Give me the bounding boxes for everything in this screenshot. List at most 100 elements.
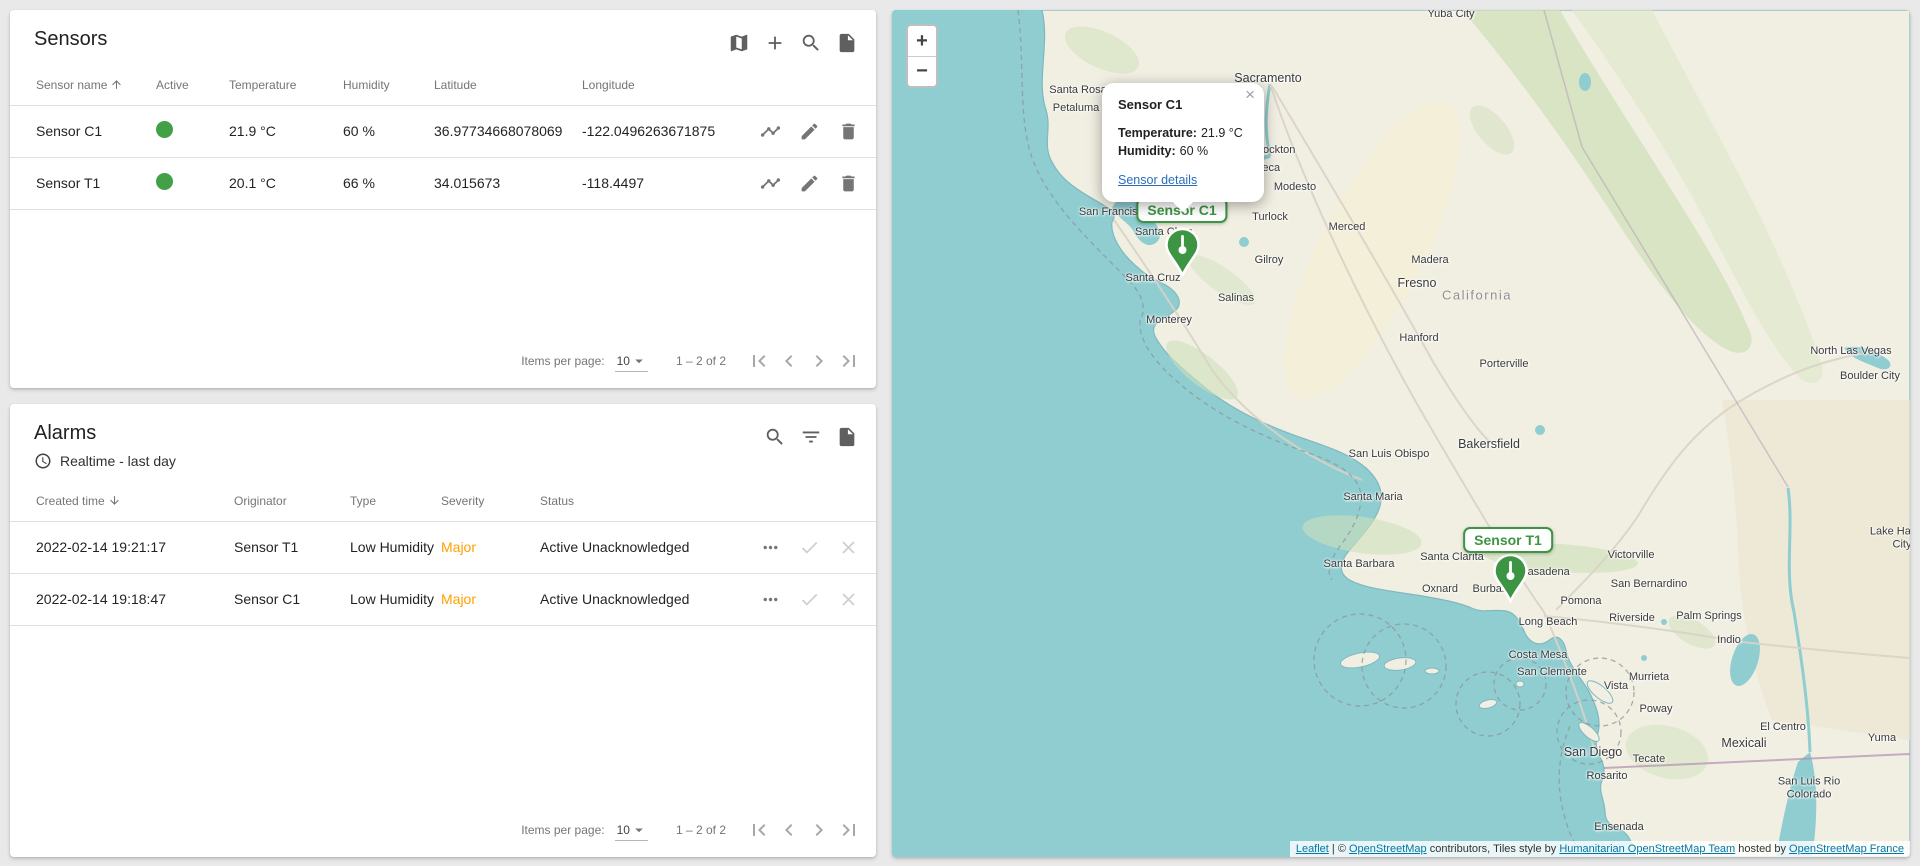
items-per-page-select[interactable]: 10 bbox=[615, 350, 648, 372]
status-cell: Active Unacknowledged bbox=[540, 590, 728, 608]
next-page-icon[interactable] bbox=[804, 346, 834, 376]
alarms-widget: Alarms Realtime - last day Created time … bbox=[10, 404, 876, 857]
column-header-sensor-name[interactable]: Sensor name bbox=[36, 78, 156, 92]
created-time-cell: 2022-02-14 19:21:17 bbox=[36, 538, 234, 556]
osm-link[interactable]: OpenStreetMap bbox=[1349, 843, 1427, 855]
clock-icon bbox=[34, 452, 52, 470]
severity-cell: Major bbox=[441, 590, 540, 608]
export-icon[interactable] bbox=[834, 30, 860, 56]
sensor-details-link[interactable]: Sensor details bbox=[1118, 173, 1197, 187]
active-dot bbox=[156, 173, 173, 190]
column-header-created-time[interactable]: Created time bbox=[36, 494, 234, 508]
sensors-pagination: Items per page: 10 1 – 2 of 2 bbox=[10, 334, 876, 388]
next-page-icon[interactable] bbox=[804, 815, 834, 845]
column-header-latitude[interactable]: Latitude bbox=[434, 78, 582, 92]
longitude-cell: -122.0496263671875 bbox=[582, 122, 728, 140]
column-header-originator[interactable]: Originator bbox=[234, 494, 350, 508]
sensor-c1-marker-pin[interactable] bbox=[1164, 227, 1201, 277]
alarms-time-window[interactable]: Realtime - last day bbox=[10, 452, 876, 480]
timeseries-chart-icon[interactable] bbox=[758, 120, 782, 144]
column-header-longitude[interactable]: Longitude bbox=[582, 78, 728, 92]
marker-label-sensor-t1[interactable]: Sensor T1 bbox=[1463, 527, 1553, 553]
first-page-icon[interactable] bbox=[744, 346, 774, 376]
created-time-cell: 2022-02-14 19:18:47 bbox=[36, 590, 234, 608]
time-window-label: Realtime - last day bbox=[60, 453, 176, 469]
acknowledge-icon[interactable] bbox=[797, 588, 821, 612]
sensors-toolbar bbox=[726, 28, 860, 56]
leaflet-link[interactable]: Leaflet bbox=[1296, 843, 1329, 855]
items-per-page-select[interactable]: 10 bbox=[615, 819, 648, 841]
sensors-header-row: Sensor name Active Temperature Humidity … bbox=[10, 64, 876, 106]
active-cell bbox=[156, 173, 229, 194]
alarms-toolbar bbox=[762, 422, 860, 450]
edit-icon[interactable] bbox=[797, 172, 821, 196]
map-icon[interactable] bbox=[726, 30, 752, 56]
column-header-temperature[interactable]: Temperature bbox=[229, 78, 343, 92]
filter-icon[interactable] bbox=[798, 424, 824, 450]
timeseries-chart-icon[interactable] bbox=[758, 172, 782, 196]
export-icon[interactable] bbox=[834, 424, 860, 450]
popup-close-icon[interactable]: × bbox=[1245, 86, 1255, 103]
pagination-range: 1 – 2 of 2 bbox=[676, 823, 726, 837]
temperature-cell: 21.9 °C bbox=[229, 122, 343, 140]
type-cell: Low Humidity bbox=[350, 590, 441, 608]
osm-france-link[interactable]: OpenStreetMap France bbox=[1789, 843, 1904, 855]
zoom-control: + − bbox=[906, 24, 938, 88]
sensor-name-cell: Sensor C1 bbox=[36, 122, 156, 140]
zoom-out-button[interactable]: − bbox=[908, 56, 936, 86]
zoom-in-button[interactable]: + bbox=[908, 26, 936, 56]
clear-icon[interactable] bbox=[836, 536, 860, 560]
map-attribution: Leaflet | © OpenStreetMap contributors, … bbox=[1290, 841, 1910, 857]
active-dot bbox=[156, 121, 173, 138]
table-row[interactable]: Sensor T1 20.1 °C 66 % 34.015673 -118.44… bbox=[10, 158, 876, 210]
more-icon[interactable] bbox=[758, 536, 782, 560]
column-header-active[interactable]: Active bbox=[156, 78, 229, 92]
column-header-status[interactable]: Status bbox=[540, 494, 728, 508]
latitude-cell: 36.97734668078069 bbox=[434, 122, 582, 140]
severity-cell: Major bbox=[441, 538, 540, 556]
column-header-severity[interactable]: Severity bbox=[441, 494, 540, 508]
pagination-range: 1 – 2 of 2 bbox=[676, 354, 726, 368]
items-per-page-label: Items per page: bbox=[521, 823, 604, 837]
hot-team-link[interactable]: Humanitarian OpenStreetMap Team bbox=[1559, 843, 1735, 855]
popup-humidity-line: Humidity:60 % bbox=[1118, 143, 1248, 161]
search-icon[interactable] bbox=[798, 30, 824, 56]
last-page-icon[interactable] bbox=[834, 815, 864, 845]
column-header-humidity[interactable]: Humidity bbox=[343, 78, 434, 92]
sort-asc-icon bbox=[110, 78, 123, 91]
map-widget: Yuba CitySacramentoSanta RosaPetalumaSto… bbox=[892, 10, 1910, 857]
table-row[interactable]: 2022-02-14 19:18:47 Sensor C1 Low Humidi… bbox=[10, 574, 876, 626]
delete-icon[interactable] bbox=[836, 120, 860, 144]
acknowledge-icon[interactable] bbox=[797, 536, 821, 560]
chevron-down-icon bbox=[630, 821, 648, 839]
prev-page-icon[interactable] bbox=[774, 346, 804, 376]
status-cell: Active Unacknowledged bbox=[540, 538, 728, 556]
sensors-widget: Sensors Sensor name Active Temperature H… bbox=[10, 10, 876, 388]
first-page-icon[interactable] bbox=[744, 815, 774, 845]
clear-icon[interactable] bbox=[836, 588, 860, 612]
sensors-title: Sensors bbox=[34, 28, 107, 51]
humidity-cell: 66 % bbox=[343, 174, 434, 192]
edit-icon[interactable] bbox=[797, 120, 821, 144]
delete-icon[interactable] bbox=[836, 172, 860, 196]
originator-cell: Sensor C1 bbox=[234, 590, 350, 608]
sensor-name-cell: Sensor T1 bbox=[36, 174, 156, 192]
alarms-pagination: Items per page: 10 1 – 2 of 2 bbox=[10, 803, 876, 857]
latitude-cell: 34.015673 bbox=[434, 174, 582, 192]
table-row[interactable]: 2022-02-14 19:21:17 Sensor T1 Low Humidi… bbox=[10, 522, 876, 574]
map-popup: × Sensor C1 Temperature:21.9 °C Humidity… bbox=[1102, 83, 1264, 202]
table-row[interactable]: Sensor C1 21.9 °C 60 % 36.97734668078069… bbox=[10, 106, 876, 158]
more-icon[interactable] bbox=[758, 588, 782, 612]
add-icon[interactable] bbox=[762, 30, 788, 56]
last-page-icon[interactable] bbox=[834, 346, 864, 376]
map[interactable]: Yuba CitySacramentoSanta RosaPetalumaSto… bbox=[892, 10, 1910, 857]
alarms-title: Alarms bbox=[34, 422, 96, 445]
search-icon[interactable] bbox=[762, 424, 788, 450]
chevron-down-icon bbox=[630, 352, 648, 370]
originator-cell: Sensor T1 bbox=[234, 538, 350, 556]
prev-page-icon[interactable] bbox=[774, 815, 804, 845]
column-header-type[interactable]: Type bbox=[350, 494, 441, 508]
type-cell: Low Humidity bbox=[350, 538, 441, 556]
sensor-t1-marker-pin[interactable] bbox=[1492, 553, 1529, 603]
sort-desc-icon bbox=[108, 494, 121, 507]
